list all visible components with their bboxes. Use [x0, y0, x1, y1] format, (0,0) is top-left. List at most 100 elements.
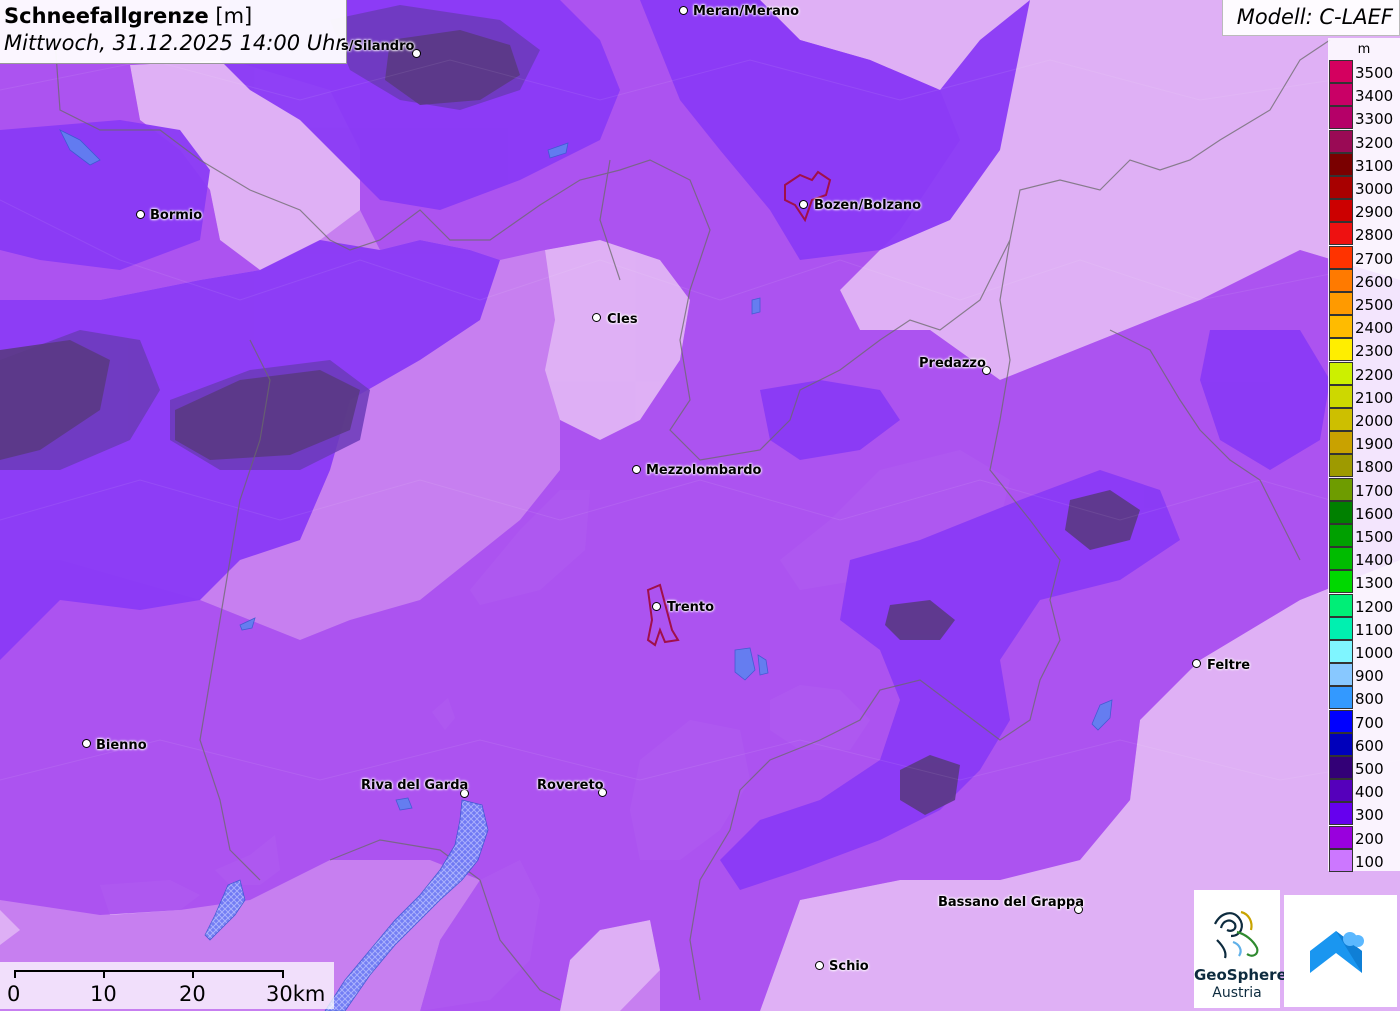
scale-tick-20: [192, 970, 194, 978]
city-label-bozen-bolzano[interactable]: Bozen/Bolzano: [814, 198, 921, 213]
scale-label-10: 10: [90, 982, 117, 1006]
scale-tick-0: [14, 970, 16, 978]
legend-label: 400: [1355, 783, 1384, 802]
legend-item-100: 100: [1329, 848, 1400, 872]
city-label-feltre[interactable]: Feltre: [1207, 658, 1250, 673]
city-marker-bormio[interactable]: [136, 210, 145, 219]
legend-label: 2000: [1355, 412, 1394, 430]
legend-label: 1700: [1355, 481, 1394, 500]
legend-swatch: [1329, 129, 1353, 153]
legend-item-1300: 1300: [1329, 570, 1400, 594]
legend-label: 1800: [1355, 458, 1394, 477]
city-label-predazzo[interactable]: Predazzo: [919, 356, 986, 371]
city-label-schio[interactable]: Schio: [829, 959, 869, 974]
legend-unit: m: [1357, 42, 1371, 57]
legend-item-2500: 2500: [1329, 292, 1400, 315]
legend-label: 100: [1355, 852, 1384, 871]
city-marker-cles[interactable]: [592, 313, 601, 322]
scale-label-20: 20: [179, 982, 206, 1006]
legend-item-1400: 1400: [1329, 547, 1400, 571]
legend-label: 2200: [1355, 365, 1394, 384]
legend-swatch: [1329, 616, 1353, 640]
legend-swatch: [1329, 83, 1353, 107]
legend-label: 1100: [1355, 620, 1394, 639]
geosphere-logo[interactable]: GeoSphere Austria: [1194, 890, 1287, 1008]
legend-swatch: [1329, 454, 1353, 478]
legend-swatch: [1329, 709, 1353, 733]
legend-item-3400: 3400: [1329, 83, 1400, 107]
city-marker-trento[interactable]: [652, 602, 661, 611]
legend-item-1200: 1200: [1329, 593, 1400, 617]
legend-swatch: [1329, 222, 1353, 246]
legend-swatch: [1329, 106, 1353, 130]
city-label-mezzolombardo[interactable]: Mezzolombardo: [646, 463, 761, 478]
legend-swatch: [1329, 292, 1353, 315]
city-label-trento[interactable]: Trento: [667, 600, 714, 615]
legend-swatch: [1329, 732, 1353, 756]
legend-label: 500: [1355, 760, 1384, 778]
city-label-cles[interactable]: Cles: [607, 312, 638, 327]
legend-item-1900: 1900: [1329, 431, 1400, 455]
legend-label: 2700: [1355, 249, 1394, 268]
city-label-s-silandro[interactable]: s/Silandro: [341, 39, 414, 54]
legend-label: 1600: [1355, 504, 1394, 523]
legend-item-300: 300: [1329, 802, 1400, 826]
legend-swatch: [1329, 524, 1353, 547]
city-marker-mezzolombardo[interactable]: [632, 465, 641, 474]
legend-item-1800: 1800: [1329, 454, 1400, 478]
geosphere-sub: Austria: [1212, 985, 1262, 1001]
legend-item-3100: 3100: [1329, 152, 1400, 176]
city-marker-feltre[interactable]: [1192, 659, 1201, 668]
legend-label: 3000: [1355, 180, 1394, 198]
legend-swatch: [1329, 825, 1353, 849]
legend-swatch: [1329, 547, 1353, 571]
legend-label: 1400: [1355, 551, 1394, 570]
scale-line: [14, 970, 284, 972]
legend-swatch: [1329, 431, 1353, 455]
map-title: Schneefallgrenze [m]: [4, 4, 252, 28]
legend-swatch: [1329, 361, 1353, 385]
legend-label: 2100: [1355, 388, 1394, 407]
weather-app-icon: [1310, 931, 1364, 973]
legend-label: 3300: [1355, 110, 1394, 129]
weather-app-logo[interactable]: [1284, 895, 1397, 1007]
legend-label: 2800: [1355, 226, 1394, 245]
legend-item-900: 900: [1329, 663, 1400, 687]
legend-item-3300: 3300: [1329, 106, 1400, 130]
city-marker-bienno[interactable]: [82, 739, 91, 748]
legend-label: 600: [1355, 736, 1384, 755]
model-label: Modell: C-LAEF: [1236, 5, 1393, 29]
legend-swatch: [1329, 640, 1353, 663]
legend-swatch: [1329, 500, 1353, 524]
legend-swatch: [1329, 779, 1353, 803]
legend-swatch: [1329, 570, 1353, 594]
city-label-bienno[interactable]: Bienno: [96, 738, 147, 753]
city-marker-bozen-bolzano[interactable]: [799, 200, 808, 209]
legend-swatch: [1329, 802, 1353, 826]
legend-label: 3400: [1355, 87, 1394, 106]
legend-label: 2400: [1355, 319, 1394, 338]
city-marker-meran-merano[interactable]: [679, 6, 688, 15]
city-label-bormio[interactable]: Bormio: [150, 208, 202, 223]
legend-swatch: [1329, 477, 1353, 501]
map-title-unit: [m]: [215, 4, 253, 28]
legend-item-1500: 1500: [1329, 524, 1400, 547]
city-label-meran-merano[interactable]: Meran/Merano: [693, 4, 799, 19]
legend-swatch: [1329, 338, 1353, 362]
legend-item-3200: 3200: [1329, 129, 1400, 153]
legend-item-500: 500: [1329, 756, 1400, 779]
legend-label: 2900: [1355, 203, 1394, 222]
map-title-text: Schneefallgrenze: [4, 4, 209, 28]
legend-swatch: [1329, 199, 1353, 223]
legend-label: 700: [1355, 713, 1384, 732]
legend-swatch: [1329, 756, 1353, 779]
city-label-rovereto[interactable]: Rovereto: [537, 778, 604, 793]
legend-item-1000: 1000: [1329, 640, 1400, 663]
city-label-riva-del-garda[interactable]: Riva del Garda: [361, 778, 468, 793]
legend-label: 2600: [1355, 272, 1394, 291]
city-label-bassano-del-grappa[interactable]: Bassano del Grappa: [938, 895, 1084, 910]
city-marker-schio[interactable]: [815, 961, 824, 970]
snowline-map[interactable]: [0, 0, 1400, 1011]
legend-label: 3200: [1355, 133, 1394, 152]
legend-swatch: [1329, 408, 1353, 431]
